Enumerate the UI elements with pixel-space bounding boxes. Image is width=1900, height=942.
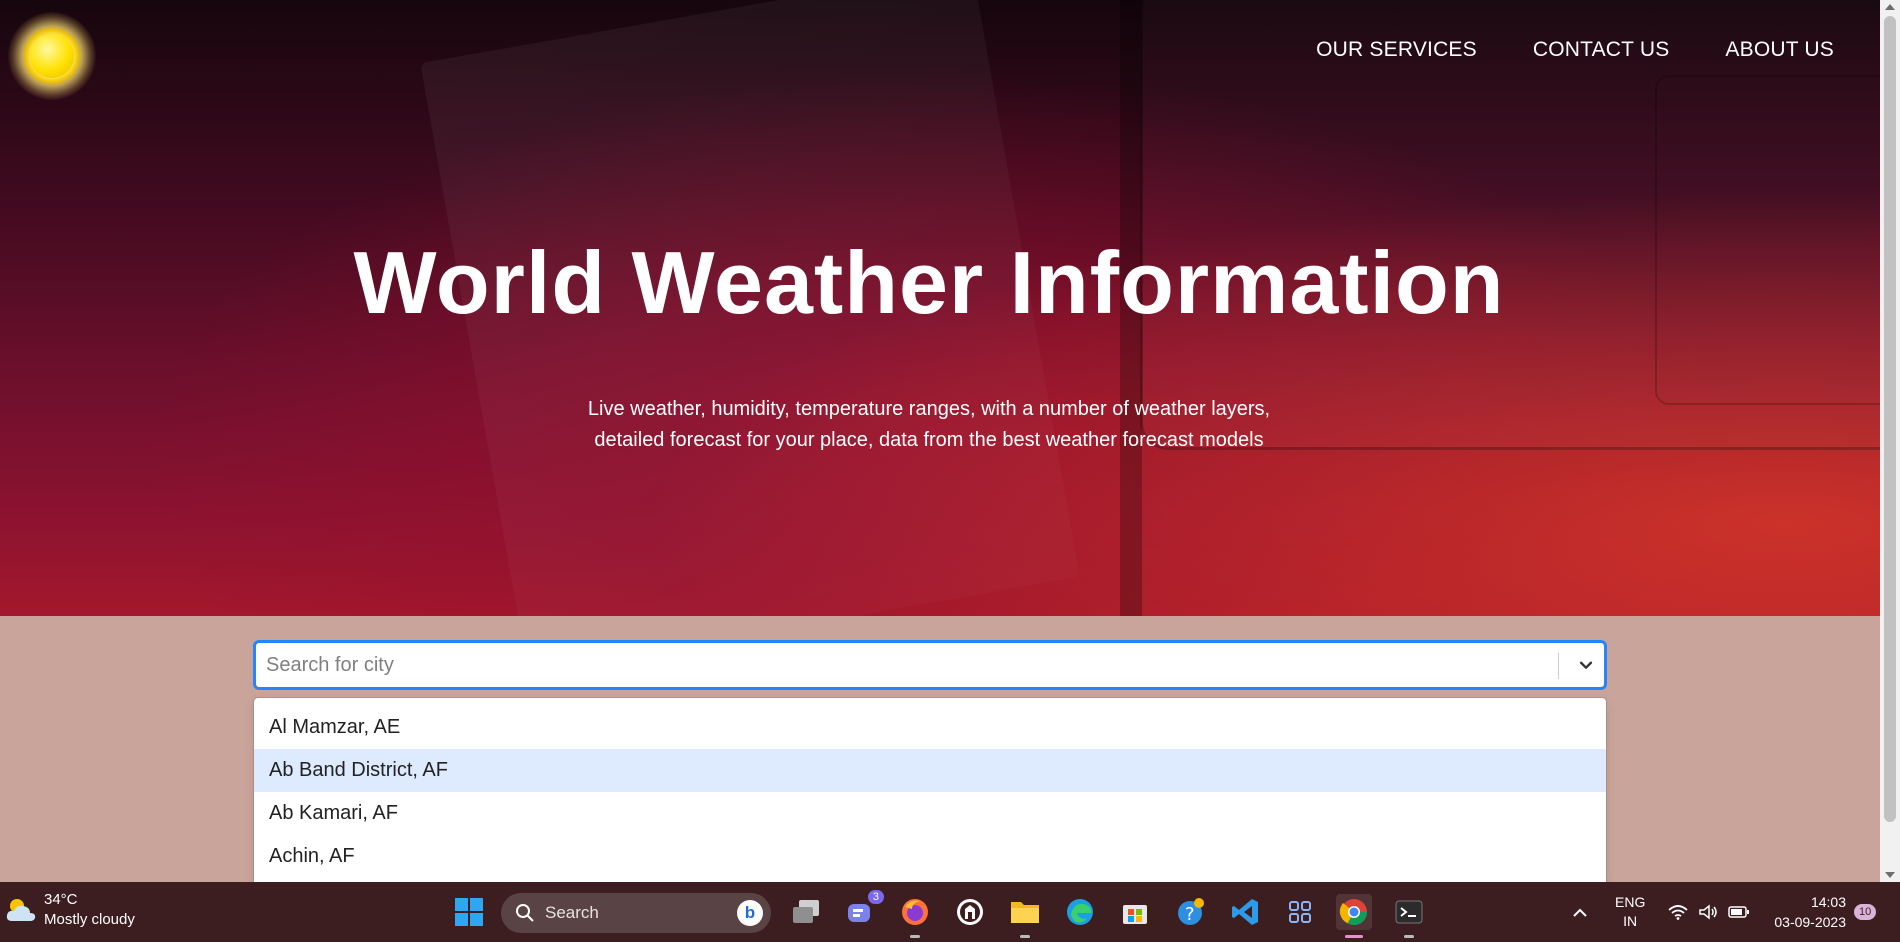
weather-description: Mostly cloudy (44, 911, 135, 928)
taskbar-search-box[interactable]: Search b (501, 893, 771, 933)
city-search-input[interactable] (266, 643, 1526, 687)
region-code: IN (1623, 913, 1638, 929)
search-icon (516, 904, 534, 922)
weather-temperature: 34°C (44, 891, 78, 908)
running-indicator (1345, 935, 1363, 938)
page-title: World Weather Information (353, 233, 1505, 332)
svg-text:?: ? (1185, 904, 1195, 925)
hero-subtitle-line-2: detailed forecast for your place, data f… (594, 429, 1264, 451)
city-option[interactable]: Ab Kamari, AF (254, 792, 1606, 835)
notification-center[interactable]: 10 (1854, 882, 1877, 942)
city-options-menu: Al Mamzar, AE Ab Band District, AF Ab Ka… (254, 698, 1606, 882)
partly-cloudy-icon (4, 895, 38, 925)
city-option[interactable]: Achin, AF (254, 835, 1606, 878)
clock-date: 03-09-2023 (1774, 914, 1846, 930)
chrome-icon[interactable] (1336, 894, 1372, 938)
edge-icon[interactable] (1062, 894, 1098, 930)
battery-icon (1728, 906, 1749, 918)
page-scrollbar[interactable] (1880, 0, 1900, 882)
hero-banner: OUR SERVICES CONTACT US ABOUT US World W… (0, 0, 1880, 616)
nav-our-services[interactable]: OUR SERVICES (1316, 38, 1477, 62)
input-language-indicator[interactable]: ENG IN (1615, 882, 1645, 942)
city-option[interactable]: Ab Band District, AF (254, 749, 1606, 792)
scroll-down-arrow-icon[interactable] (1885, 872, 1895, 878)
task-view-icon[interactable] (788, 894, 824, 930)
sun-logo-icon[interactable] (8, 12, 96, 100)
teams-badge: 3 (867, 890, 884, 904)
running-indicator (1020, 935, 1030, 938)
top-nav: OUR SERVICES CONTACT US ABOUT US (1316, 38, 1834, 62)
hero-subtitle: Live weather, humidity, temperature rang… (0, 394, 1858, 456)
notification-count-badge: 10 (1854, 904, 1877, 920)
get-help-icon[interactable]: ? (1172, 894, 1208, 930)
select-indicator-separator (1558, 653, 1559, 679)
scroll-up-arrow-icon[interactable] (1885, 4, 1895, 10)
scrollbar-thumb[interactable] (1884, 16, 1896, 822)
taskbar-clock[interactable]: 14:03 03-09-2023 (1764, 882, 1846, 942)
running-indicator (1404, 935, 1414, 938)
language-code: ENG (1615, 894, 1646, 910)
show-hidden-icons-icon[interactable] (1572, 882, 1588, 942)
hero-subtitle-line-1: Live weather, humidity, temperature rang… (587, 398, 1271, 420)
system-tray-quick-settings[interactable] (1668, 882, 1750, 942)
app-launcher-icon[interactable] (1282, 894, 1318, 930)
taskbar-weather-widget[interactable]: 34°C Mostly cloudy (4, 890, 135, 930)
clock-time: 14:03 (1810, 894, 1846, 910)
windows-start-icon[interactable] (451, 894, 487, 930)
file-explorer-icon[interactable] (1007, 894, 1043, 938)
nav-about-us[interactable]: ABOUT US (1725, 38, 1834, 62)
running-indicator (910, 935, 920, 938)
microsoft-store-icon[interactable] (1117, 894, 1153, 930)
vscode-icon[interactable] (1227, 894, 1263, 930)
volume-icon (1699, 904, 1717, 920)
taskbar-search-label: Search (545, 903, 599, 922)
github-desktop-icon[interactable] (952, 894, 988, 930)
nav-contact-us[interactable]: CONTACT US (1533, 38, 1670, 62)
chevron-down-icon[interactable] (1572, 651, 1600, 679)
city-search-select[interactable] (254, 641, 1606, 689)
bing-icon[interactable]: b (737, 900, 763, 926)
city-option[interactable]: Al Mamzar, AE (254, 706, 1606, 749)
firefox-icon[interactable] (897, 894, 933, 938)
wifi-icon (1668, 905, 1688, 920)
terminal-icon[interactable] (1391, 894, 1427, 938)
teams-chat-icon[interactable]: 3 (842, 890, 884, 930)
taskbar: 34°C Mostly cloudy Search b 3 ? ENG IN 1… (0, 882, 1900, 942)
